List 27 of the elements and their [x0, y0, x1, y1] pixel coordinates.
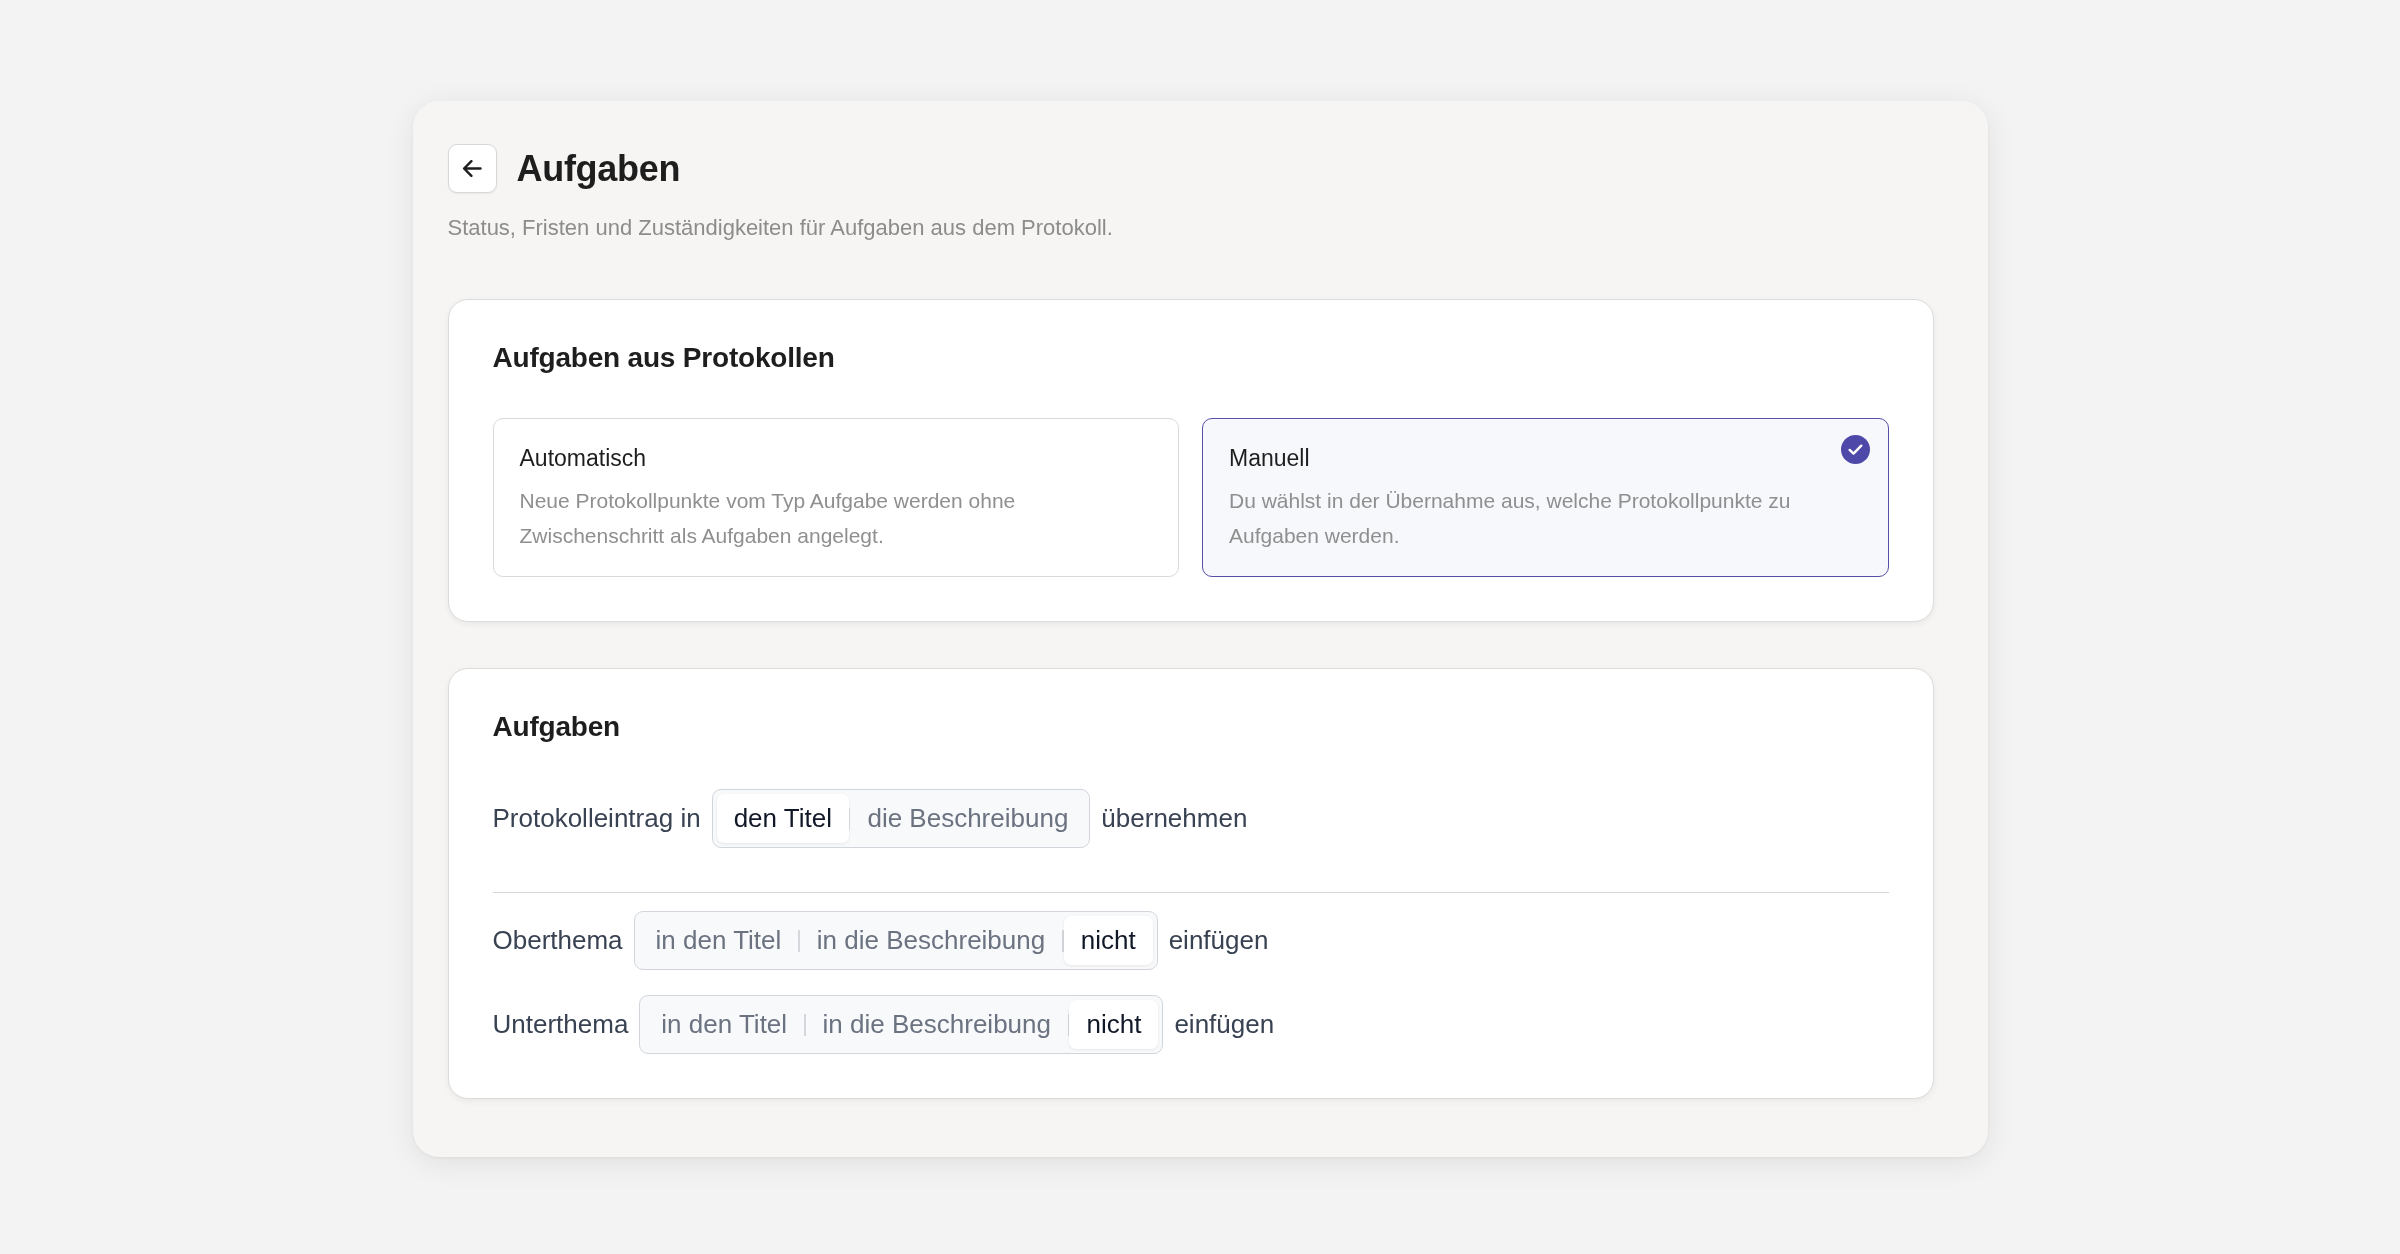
page-title: Aufgaben	[516, 147, 681, 190]
back-button[interactable]	[447, 144, 497, 193]
segment-button[interactable]: nicht	[1063, 916, 1153, 965]
option-title: Manuell	[1229, 444, 1310, 473]
page-subtitle: Status, Fristen und Zuständigkeiten für Aufgaben aus dem Protokoll.	[447, 214, 1114, 242]
section-title: Aufgaben	[492, 711, 621, 743]
row-suffix-text: einfügen	[1174, 1009, 1275, 1040]
segment-button[interactable]: nicht	[1069, 1000, 1159, 1049]
segment-button[interactable]: die Beschreibung	[850, 794, 1086, 843]
check-circle-icon	[1840, 435, 1870, 464]
row-label: Protokolleintrag in	[492, 803, 701, 834]
section-title: Aufgaben aus Protokollen	[492, 342, 836, 374]
option-description: Du wählst in der Übernahme aus, welche Protokollpunkte zu Aufgaben werden.	[1229, 488, 1792, 549]
option-card[interactable]: Manuell Du wählst in der Übernahme aus, welche Protokollpunkte zu Aufgaben werden.	[1202, 418, 1889, 577]
row-suffix-text: einfügen	[1168, 925, 1269, 956]
row-label: Unterthema	[492, 1009, 629, 1040]
segment-button[interactable]: den Titel	[716, 794, 849, 843]
segment-button[interactable]: in die Beschreibung	[799, 916, 1063, 965]
segment-button[interactable]: in den Titel	[638, 916, 799, 965]
row-label: Oberthema	[492, 925, 623, 956]
option-description: Neue Protokollpunkte vom Typ Aufgabe werden ohne Zwischenschritt als Aufgaben angelegt.	[519, 488, 1017, 549]
row-suffix-text: übernehmen	[1101, 803, 1248, 834]
segment-button[interactable]: in den Titel	[644, 1000, 805, 1049]
segment-button[interactable]: in die Beschreibung	[805, 1000, 1068, 1049]
option-title: Automatisch	[519, 444, 647, 473]
back-arrow-icon	[462, 160, 482, 177]
option-card[interactable]: Automatisch Neue Protokollpunkte vom Typ Aufgabe werden ohne Zwischenschritt als Aufgaben angelegt.	[492, 418, 1179, 577]
